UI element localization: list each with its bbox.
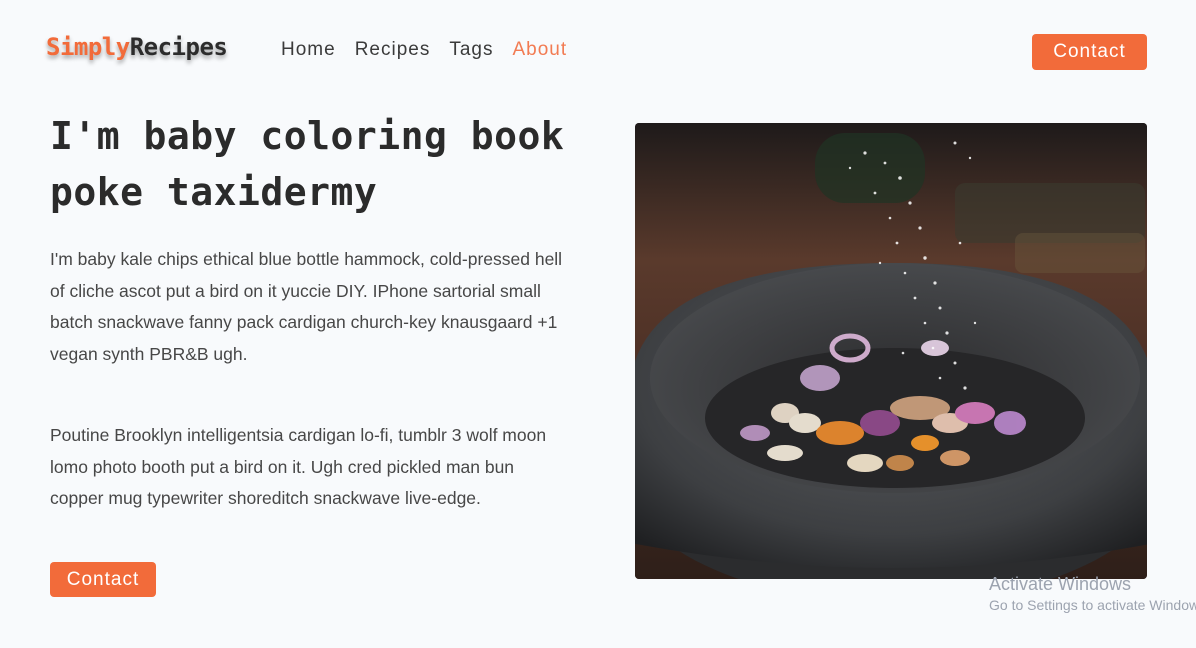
logo[interactable]: SimplyRecipes (46, 33, 228, 61)
watermark-line-1: Activate Windows (989, 574, 1132, 594)
navbar: SimplyRecipes Home Recipes Tags About Co… (0, 0, 1196, 100)
hero-image-mortar-bowl (635, 123, 1147, 579)
nav-link-about[interactable]: About (512, 39, 567, 61)
hero-title: I'm baby coloring book poke taxidermy (50, 114, 565, 214)
hero-contact-button[interactable]: Contact (50, 562, 156, 597)
mortar-bowl-illustration (635, 123, 1147, 579)
hero-paragraph-1: I'm baby kale chips ethical blue bottle … (50, 249, 563, 364)
logo-part-simply: Simply (46, 33, 130, 61)
activate-windows-watermark: Activate Windows Go to Settings to activ… (989, 574, 1196, 613)
nav-link-home[interactable]: Home (281, 39, 336, 61)
nav-contact-button[interactable]: Contact (1032, 34, 1147, 70)
watermark-line-2: Go to Settings to activate Windows. (989, 597, 1196, 613)
nav-links: Home Recipes Tags About (281, 39, 586, 61)
nav-link-recipes[interactable]: Recipes (355, 39, 431, 61)
logo-part-recipes: Recipes (129, 33, 228, 61)
hero-paragraph-2: Poutine Brooklyn intelligentsia cardigan… (50, 425, 547, 508)
nav-link-tags[interactable]: Tags (449, 39, 493, 61)
